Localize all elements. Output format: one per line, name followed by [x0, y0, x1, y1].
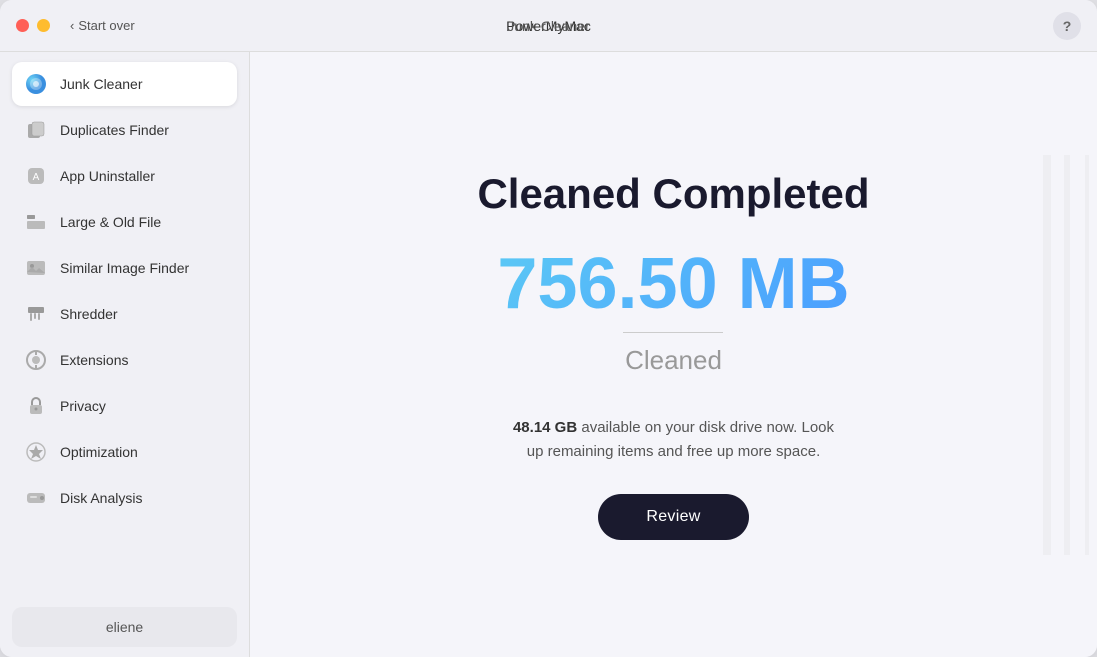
sidebar-item-app-uninstaller-label: App Uninstaller — [60, 168, 155, 184]
sidebar-item-junk-cleaner[interactable]: Junk Cleaner — [12, 62, 237, 106]
review-button[interactable]: Review — [598, 494, 748, 540]
cleaned-label: Cleaned — [497, 345, 849, 376]
close-button[interactable] — [16, 19, 29, 32]
sidebar-item-shredder-label: Shredder — [60, 306, 118, 322]
large-old-file-icon — [24, 210, 48, 234]
sidebar-item-app-uninstaller[interactable]: A App Uninstaller — [12, 154, 237, 198]
traffic-lights — [16, 19, 50, 32]
start-over-button[interactable]: ‹ Start over — [70, 18, 135, 33]
disk-analysis-icon — [24, 486, 48, 510]
optimization-icon — [24, 440, 48, 464]
info-text: 48.14 GB available on your disk drive no… — [504, 416, 844, 464]
sidebar-item-shredder[interactable]: Shredder — [12, 292, 237, 336]
sidebar-item-extensions-label: Extensions — [60, 352, 128, 368]
sidebar-item-privacy-label: Privacy — [60, 398, 106, 414]
help-button[interactable]: ? — [1053, 12, 1081, 40]
sidebar-item-junk-cleaner-label: Junk Cleaner — [60, 76, 143, 92]
sidebar: Junk Cleaner Duplicates Finder A — [0, 52, 250, 657]
amount-container: 756.50 MB Cleaned — [497, 248, 849, 406]
sidebar-item-large-old-file[interactable]: Large & Old File — [12, 200, 237, 244]
duplicates-finder-icon — [24, 118, 48, 142]
sidebar-item-duplicates-finder-label: Duplicates Finder — [60, 122, 169, 138]
similar-image-finder-icon — [24, 256, 48, 280]
username-label: eliene — [106, 619, 143, 635]
privacy-icon — [24, 394, 48, 418]
shredder-icon — [24, 302, 48, 326]
content-area: Cleaned Completed 756.50 MB Cleaned 48.1… — [250, 52, 1097, 657]
bg-decoration — [1037, 155, 1097, 555]
sidebar-item-disk-analysis-label: Disk Analysis — [60, 490, 142, 506]
sidebar-item-optimization[interactable]: Optimization — [12, 430, 237, 474]
sidebar-item-privacy[interactable]: Privacy — [12, 384, 237, 428]
extensions-icon — [24, 348, 48, 372]
cleaned-title: Cleaned Completed — [477, 170, 869, 218]
minimize-button[interactable] — [37, 19, 50, 32]
disk-space-amount: 48.14 GB — [513, 419, 577, 436]
main-content: Junk Cleaner Duplicates Finder A — [0, 52, 1097, 657]
title-bar: ‹ Start over PowerMyMac Junk Cleaner ? — [0, 0, 1097, 52]
amount-value: 756.50 MB — [497, 248, 849, 320]
svg-text:A: A — [33, 172, 40, 183]
app-uninstaller-icon: A — [24, 164, 48, 188]
sidebar-item-optimization-label: Optimization — [60, 444, 138, 460]
sidebar-item-duplicates-finder[interactable]: Duplicates Finder — [12, 108, 237, 152]
chevron-left-icon: ‹ — [70, 18, 74, 33]
sidebar-item-similar-image-finder-label: Similar Image Finder — [60, 260, 189, 276]
sidebar-item-similar-image-finder[interactable]: Similar Image Finder — [12, 246, 237, 290]
junk-cleaner-icon — [24, 72, 48, 96]
header-title: Junk Cleaner — [507, 18, 590, 34]
sidebar-item-disk-analysis[interactable]: Disk Analysis — [12, 476, 237, 520]
user-section[interactable]: eliene — [12, 607, 237, 647]
sidebar-item-large-old-file-label: Large & Old File — [60, 214, 161, 230]
sidebar-item-extensions[interactable]: Extensions — [12, 338, 237, 382]
amount-divider — [623, 332, 723, 333]
